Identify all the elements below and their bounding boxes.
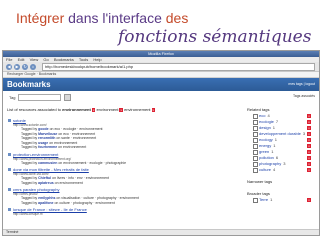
slide-title-word-4: des: [165, 10, 189, 26]
bullet-icon: [8, 119, 11, 122]
related-tag[interactable]: culture 4 x: [247, 167, 311, 173]
home-icon[interactable]: ⌂: [30, 63, 36, 70]
nav-toolbar: ◀ ▶ ↻ ⌂ http://homedeskbookpub/home/book…: [3, 62, 319, 72]
close-icon[interactable]: x: [307, 156, 311, 160]
menu-go[interactable]: Go: [43, 57, 48, 62]
slide-subtitle: fonctions sémantiques: [118, 27, 312, 47]
menu-view[interactable]: View: [30, 57, 39, 62]
header-links[interactable]: mes tags | logout: [288, 78, 315, 91]
results-list: sotonle http://www.sotonle.com/ Tagged b…: [7, 118, 243, 218]
close-icon[interactable]: x: [307, 120, 311, 124]
result-tags: Tagged by cammusien on environnement · e…: [21, 160, 127, 165]
menu-edit[interactable]: Edit: [18, 57, 25, 62]
slide-title-word-2: dans: [68, 10, 99, 26]
slide-title-word-3: l'interface: [102, 10, 162, 26]
remove-tag-icon[interactable]: x: [151, 108, 156, 112]
broader-tag[interactable]: Terre 1 x: [247, 197, 311, 203]
close-icon[interactable]: x: [307, 144, 311, 148]
tag-sidebar: Related tags eco 4 x ecologie 7 x design 1 x d…: [247, 107, 311, 203]
menu-help[interactable]: Help: [93, 57, 101, 62]
url-bar[interactable]: http://homedeskbookpub/home/bookmark/a/1…: [42, 62, 315, 71]
tag-search: Tag: [9, 94, 72, 101]
close-icon[interactable]: x: [307, 198, 311, 202]
narrower-tags-heading: Narrower tags: [247, 179, 273, 184]
remove-tag-icon[interactable]: x: [119, 108, 123, 112]
remove-tag-icon[interactable]: x: [91, 108, 96, 112]
search-label: Tag: [9, 95, 16, 100]
checkbox-icon[interactable]: [253, 198, 258, 203]
page-content: Bookmarks mes tags | logout Tag Tags ass…: [3, 78, 319, 230]
back-icon[interactable]: ◀: [6, 63, 12, 70]
tag-c[interactable]: environnement: [124, 107, 150, 112]
reload-icon[interactable]: ↻: [22, 63, 28, 70]
list-item: lorsque de France : sitewe - Ile de Fran…: [7, 207, 243, 216]
slide-title: Intégrer dans l'interface des: [16, 10, 188, 26]
close-icon[interactable]: x: [307, 132, 311, 136]
bullet-icon: [8, 188, 11, 191]
tag-b[interactable]: environment: [96, 107, 118, 112]
tag-search-input[interactable]: [18, 94, 62, 101]
list-item: cmrs paralen photography http://cmrs.pho…: [7, 187, 243, 205]
result-url: http://www.lorsque.fr/: [13, 212, 43, 216]
list-heading: List of resources associated to environn…: [7, 107, 243, 113]
tag-a[interactable]: environnement: [62, 107, 91, 112]
close-icon[interactable]: x: [307, 150, 311, 154]
close-icon[interactable]: x: [307, 162, 311, 166]
list-heading-text: List of resources associated to: [7, 107, 63, 112]
menu-file[interactable]: File: [6, 57, 12, 62]
result-tags: Tagged by aplatreus on environnement: [21, 180, 83, 185]
close-icon[interactable]: x: [307, 114, 311, 118]
menu-tools[interactable]: Tools: [79, 57, 88, 62]
bullet-icon: [8, 208, 11, 211]
result-tags: Tagged by apalifone on culture · photogr…: [21, 200, 115, 205]
search-button[interactable]: [64, 94, 72, 101]
list-item: protection-environnement http://www.prot…: [7, 152, 243, 166]
close-icon[interactable]: x: [307, 126, 311, 130]
forward-icon[interactable]: ▶: [14, 63, 20, 70]
list-item: done via mon filtrette - Mes retraits de…: [7, 167, 243, 185]
app-header-title: Bookmarks: [7, 80, 51, 89]
status-bar: Terminé: [3, 229, 319, 235]
close-icon[interactable]: x: [307, 168, 311, 172]
app-header: Bookmarks mes tags | logout: [3, 78, 319, 91]
checkbox-icon[interactable]: [253, 168, 258, 173]
browser-window: Mozilla Firefox File Edit View Go Bookma…: [2, 50, 320, 236]
list-item: sotonle http://www.sotonle.com/ Tagged b…: [7, 118, 243, 150]
close-icon[interactable]: x: [307, 138, 311, 142]
bullet-icon: [8, 152, 11, 156]
saved-tags-text: Tags associés: [293, 94, 315, 98]
menu-bookmarks[interactable]: Bookmarks: [54, 57, 74, 62]
result-tags: Tagged by fourhemme on environnement: [21, 145, 87, 149]
slide-title-word-1: Intégrer: [16, 10, 65, 26]
bullet-icon: [8, 168, 11, 171]
